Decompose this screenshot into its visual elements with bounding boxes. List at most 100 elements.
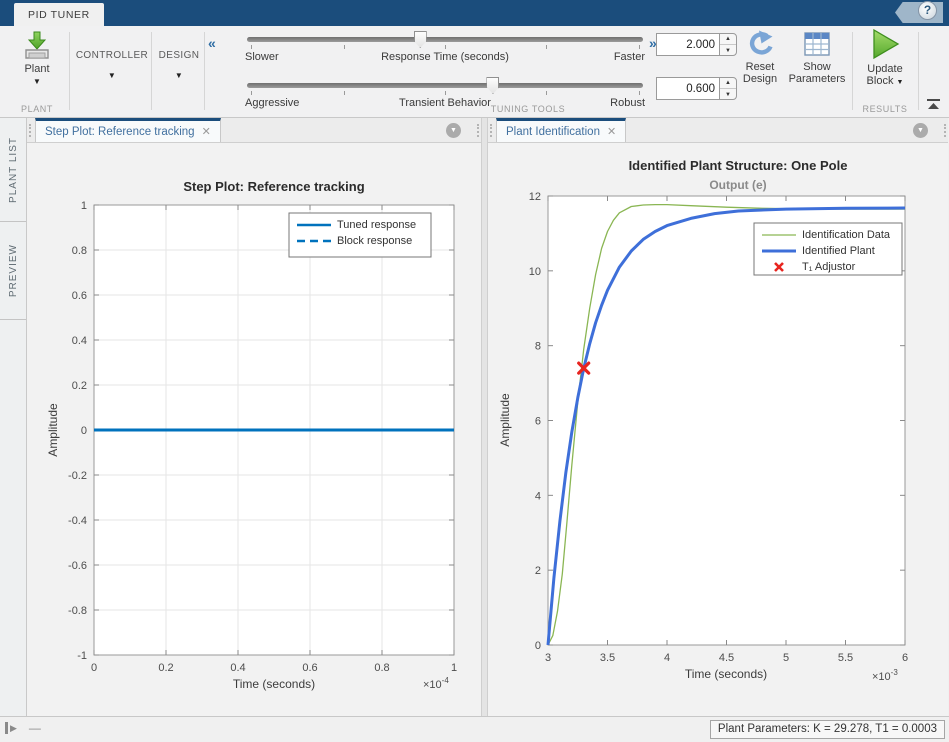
svg-text:-0.4: -0.4	[68, 515, 87, 527]
slider-label-faster: Faster	[614, 51, 645, 63]
collapse-toolstrip-icon[interactable]	[926, 98, 941, 110]
svg-text:-0.8: -0.8	[68, 605, 87, 617]
step-plot-tabbar: Step Plot: Reference tracking ✕ ▼	[27, 118, 481, 143]
reset-design-button[interactable]: Reset Design	[736, 30, 784, 85]
svg-text:-1: -1	[77, 650, 87, 662]
minimize-panel-icon[interactable]: —	[29, 723, 41, 733]
update-block-label-2: Block ▼	[867, 75, 904, 87]
transient-behavior-spin-down[interactable]: ▼	[720, 90, 736, 100]
close-icon[interactable]: ✕	[202, 125, 211, 138]
sidebar-item-preview[interactable]: PREVIEW	[0, 222, 26, 320]
document-area: PLANT LIST PREVIEW Step Plot: Reference …	[0, 118, 949, 716]
svg-text:0.8: 0.8	[72, 245, 87, 257]
slider-label-response-time: Response Time (seconds)	[245, 51, 645, 63]
svg-text:Output (e): Output (e)	[709, 178, 766, 192]
tab-step-plot[interactable]: Step Plot: Reference tracking ✕	[35, 118, 221, 142]
svg-text:Time (seconds): Time (seconds)	[233, 677, 315, 691]
svg-text:Identification Data: Identification Data	[802, 229, 891, 241]
sidebar-item-plant-list[interactable]: PLANT LIST	[0, 118, 26, 222]
toolstrip-divider	[151, 32, 152, 110]
svg-text:0.2: 0.2	[158, 662, 173, 674]
step-plot-panel: Step Plot: Reference tracking ✕ ▼ 0 0.2 0.…	[27, 118, 481, 716]
response-time-slider-track[interactable]	[247, 37, 643, 42]
reset-design-label-1: Reset	[746, 61, 775, 73]
plant-button[interactable]: Plant ▼	[10, 30, 64, 86]
svg-text:0.2: 0.2	[72, 380, 87, 392]
svg-text:2: 2	[535, 565, 541, 577]
transient-behavior-input[interactable]	[656, 77, 720, 100]
transient-behavior-slider-track[interactable]	[247, 83, 643, 88]
plant-section-label: PLANT	[8, 104, 66, 114]
tabbar-grip[interactable]	[944, 124, 947, 137]
svg-text:0: 0	[535, 640, 541, 652]
svg-text:3.5: 3.5	[600, 652, 615, 664]
svg-text:0.4: 0.4	[72, 335, 87, 347]
update-block-label-1: Update	[867, 63, 902, 75]
plant-button-label: Plant	[24, 63, 49, 75]
svg-text:3: 3	[545, 652, 551, 664]
response-time-input[interactable]	[656, 33, 720, 56]
svg-text:0.6: 0.6	[72, 290, 87, 302]
tuning-tools-section-label: TUNING TOOLS	[468, 104, 588, 114]
controller-dropdown-caret: ▼	[108, 71, 116, 80]
design-dropdown-caret: ▼	[175, 71, 183, 80]
tabbar-grip[interactable]	[490, 124, 493, 137]
show-parameters-label-2: Parameters	[789, 73, 846, 85]
svg-text:-0.2: -0.2	[68, 470, 87, 482]
panel-splitter[interactable]	[481, 118, 488, 716]
response-time-spinner: ▲ ▼	[656, 33, 738, 56]
svg-text:0.4: 0.4	[230, 662, 245, 674]
update-block-caret: ▼	[897, 79, 904, 86]
plant-identification-tabbar: Plant Identification ✕ ▼	[488, 118, 948, 143]
svg-text:Block response: Block response	[337, 235, 412, 247]
tuning-sliders: Slower Response Time (seconds) Faster Ag…	[243, 28, 647, 116]
toolstrip-header: PID TUNER ?	[0, 0, 949, 26]
expand-panel-icon[interactable]: ▶	[5, 722, 17, 734]
svg-text:1: 1	[81, 200, 87, 212]
svg-text:4: 4	[535, 490, 541, 502]
tab-pid-tuner[interactable]: PID TUNER	[14, 3, 104, 26]
transient-behavior-spinner: ▲ ▼	[656, 77, 738, 100]
response-time-spin-up[interactable]: ▲	[720, 34, 736, 45]
svg-text:×10-4: ×10-4	[423, 676, 449, 691]
toolstrip: Plant ▼ PLANT CONTROLLER ▼ DESIGN ▼ «	[0, 26, 949, 118]
tabbar-grip[interactable]	[477, 124, 480, 137]
collapse-sliders-icon[interactable]: «	[208, 36, 216, 50]
toolstrip-divider	[852, 32, 853, 110]
response-time-slider-handle[interactable]	[414, 31, 427, 48]
side-tab-strip: PLANT LIST PREVIEW	[0, 118, 27, 716]
svg-text:12: 12	[529, 191, 541, 203]
pid-tuner-window: PID TUNER ? Plant ▼ PLANT CONTROLLER ▼ D…	[0, 0, 949, 742]
svg-text:8: 8	[535, 341, 541, 353]
response-time-spin-down[interactable]: ▼	[720, 46, 736, 56]
svg-text:Tuned response: Tuned response	[337, 219, 416, 231]
close-icon[interactable]: ✕	[607, 125, 616, 138]
tab-actions-icon[interactable]: ▼	[913, 123, 928, 138]
show-parameters-label-1: Show	[803, 61, 831, 73]
design-dropdown[interactable]: DESIGN ▼	[154, 30, 204, 100]
help-button[interactable]: ?	[918, 1, 937, 20]
transient-behavior-spin-up[interactable]: ▲	[720, 78, 736, 89]
toolstrip-divider	[69, 32, 70, 110]
svg-text:×10-3: ×10-3	[872, 668, 898, 683]
plant-dropdown-caret: ▼	[33, 77, 41, 86]
response-time-slider[interactable]: Slower Response Time (seconds) Faster	[243, 28, 647, 72]
transient-behavior-slider-handle[interactable]	[486, 77, 499, 94]
toolstrip-divider	[918, 32, 919, 110]
undo-reset-icon	[745, 30, 775, 58]
svg-text:0.8: 0.8	[374, 662, 389, 674]
svg-text:6: 6	[535, 416, 541, 428]
svg-text:10: 10	[529, 266, 541, 278]
svg-text:0: 0	[81, 425, 87, 437]
tab-actions-icon[interactable]: ▼	[446, 123, 461, 138]
svg-text:Identified Plant: Identified Plant	[802, 245, 875, 257]
controller-dropdown[interactable]: CONTROLLER ▼	[74, 30, 150, 100]
tab-plant-identification[interactable]: Plant Identification ✕	[496, 118, 626, 142]
svg-text:Step Plot: Reference tracking: Step Plot: Reference tracking	[183, 179, 364, 194]
show-parameters-button[interactable]: Show Parameters	[785, 30, 849, 85]
update-block-button[interactable]: Update Block ▼	[856, 28, 914, 87]
plant-identification-panel: Plant Identification ✕ ▼ 33.544.555.5602…	[488, 118, 948, 716]
svg-text:Amplitude: Amplitude	[498, 393, 512, 447]
plant-identification-canvas: 33.544.555.56024681012Identification Dat…	[488, 143, 948, 716]
tabbar-grip[interactable]	[29, 124, 32, 137]
